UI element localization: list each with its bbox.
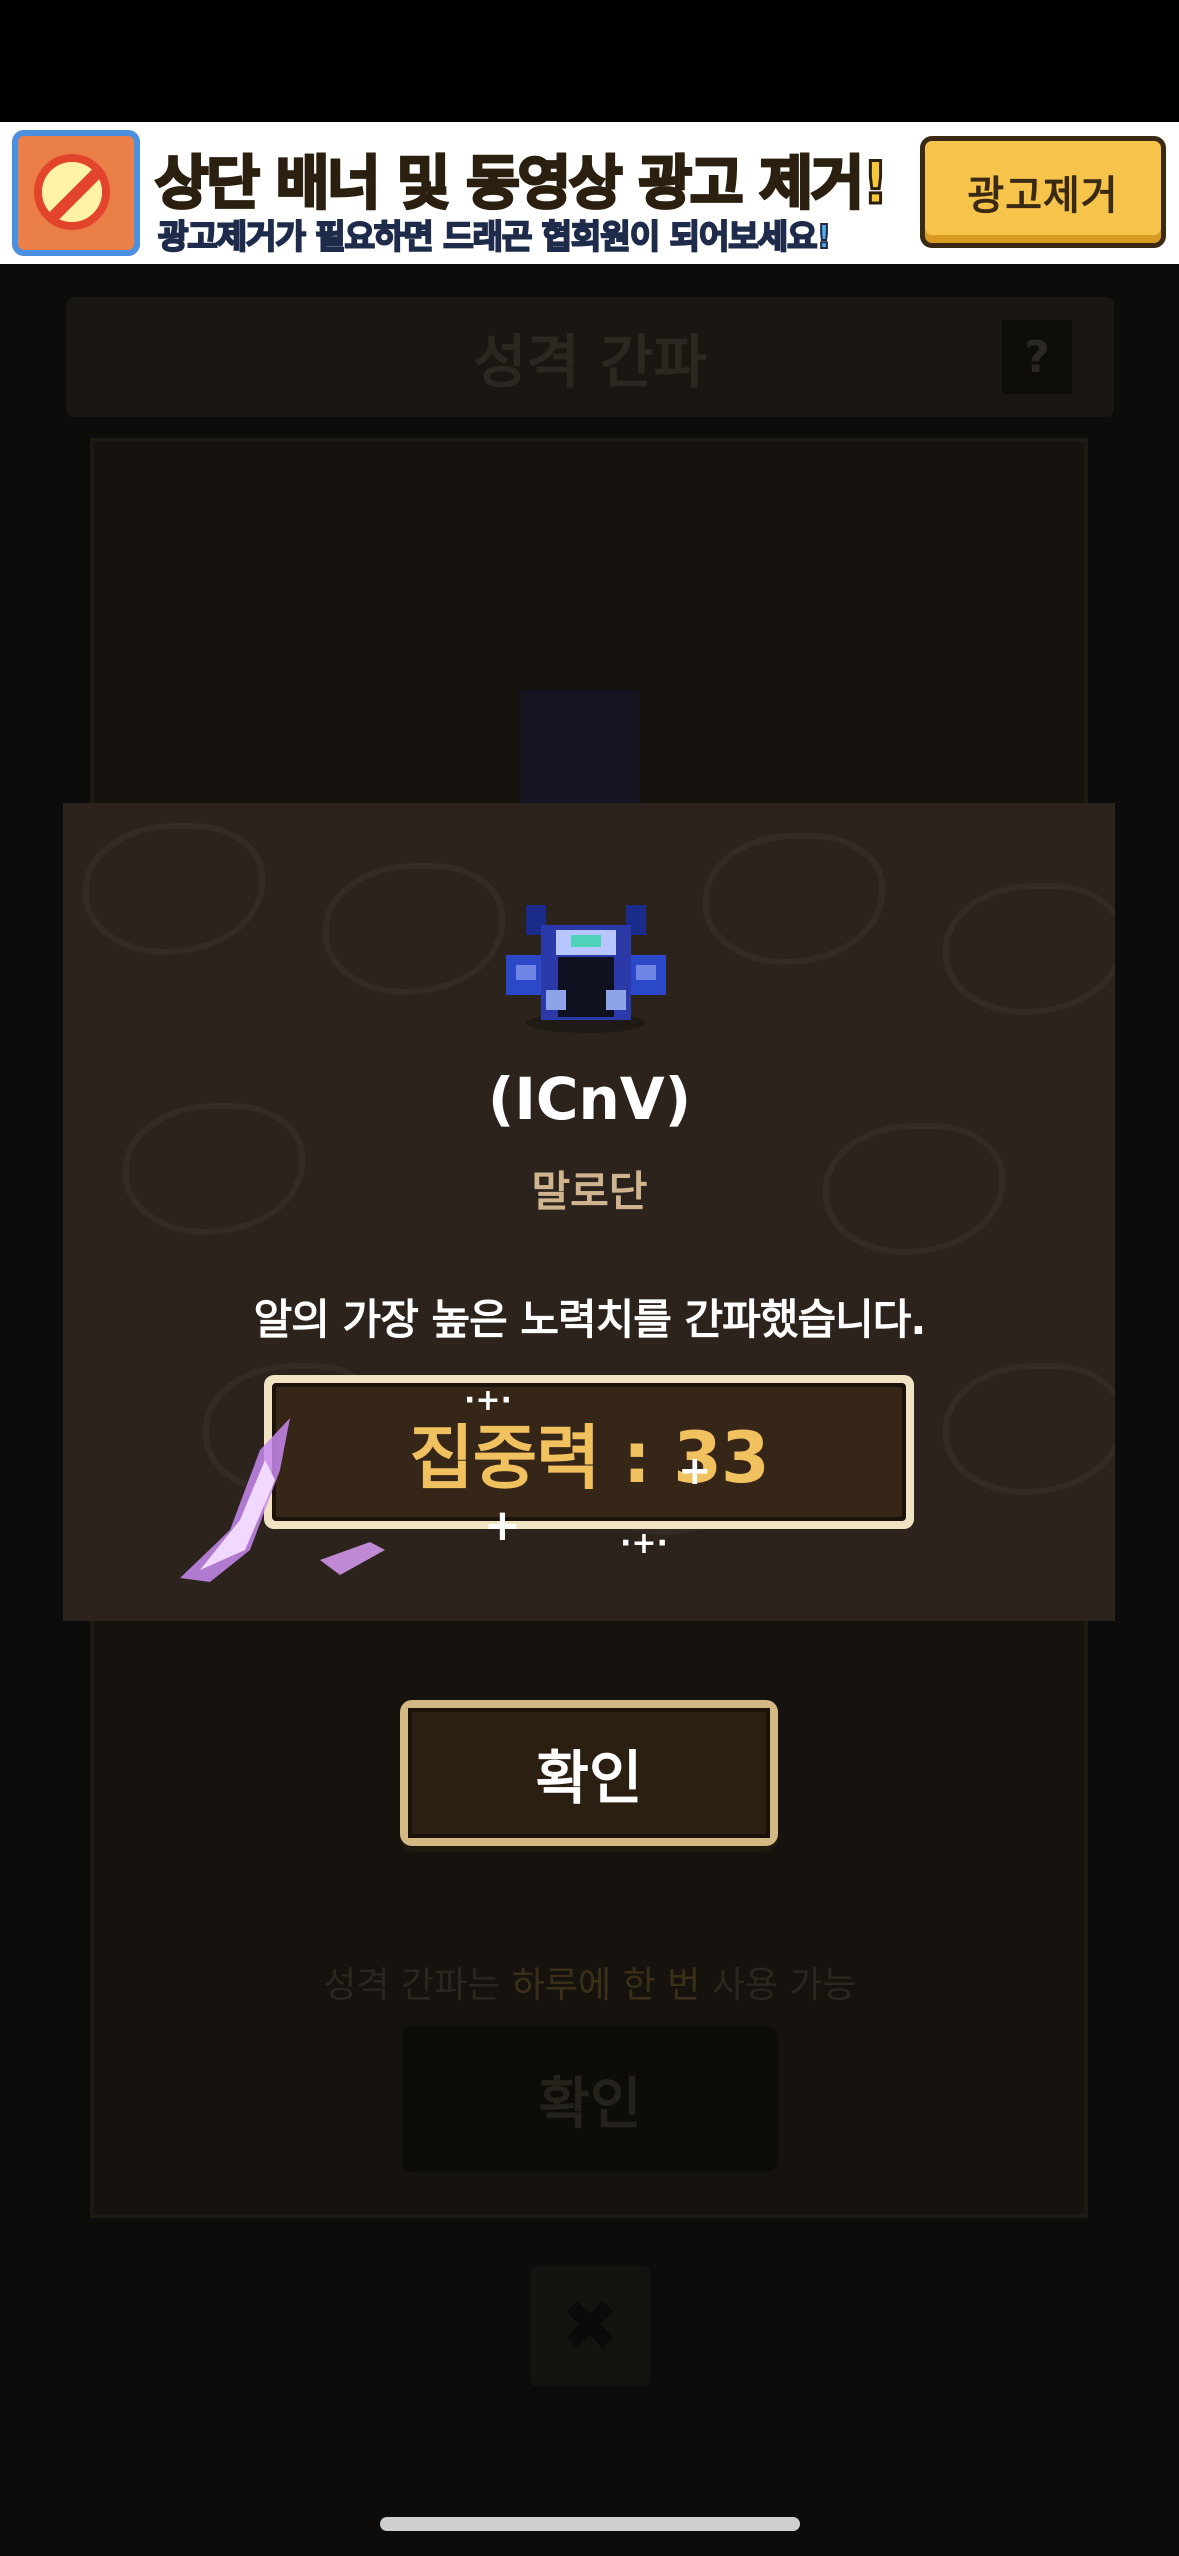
ad-title: 상단 배너 및 동영상 광고 제거! (154, 148, 891, 219)
personality-code: (ICnV) (487, 1065, 692, 1133)
result-message: 알의 가장 높은 노력치를 간파했습니다. (253, 1295, 927, 1344)
hint-suffix: 사용 가능 (711, 1965, 856, 2006)
background-character-sprite (520, 690, 640, 810)
status-bar (0, 0, 1179, 122)
confirm-button[interactable]: 확인 (400, 1700, 778, 1846)
background-title: 성격 간파 (473, 328, 707, 396)
class-name: 말로단 (531, 1167, 648, 1216)
help-button: ? (1002, 320, 1072, 394)
ad-banner[interactable]: 상단 배너 및 동영상 광고 제거! 광고제거가 필요하면 드래곤 협회원이 되… (0, 122, 1179, 264)
sparkle-icon: + (678, 1448, 712, 1494)
sword-effect-icon (180, 1418, 385, 1582)
background-confirm-button: 확인 (402, 2026, 778, 2172)
home-indicator[interactable] (380, 2517, 800, 2531)
background-header: 성격 간파 (66, 297, 1114, 417)
sparkle-icon: ·+· (620, 1526, 668, 1561)
confirm-label: 확인 (535, 1744, 643, 1812)
close-icon: ✖ (530, 2266, 650, 2386)
ad-subtitle: 광고제거가 필요하면 드래곤 협회원이 되어보세요! (157, 216, 833, 257)
hint-highlight: 하루에 한 번 (511, 1965, 701, 2006)
remove-ads-button[interactable]: 광고제거 (920, 136, 1166, 248)
sparkle-icon: + (484, 1500, 521, 1551)
remove-ads-label: 광고제거 (967, 173, 1119, 219)
no-ads-icon (12, 130, 140, 256)
sparkle-icon: ·+· (464, 1383, 512, 1418)
character-sprite (506, 905, 666, 1033)
background-hint: 성격 간파는 하루에 한 번 사용 가능 (0, 1956, 1179, 2008)
hint-prefix: 성격 간파는 (323, 1965, 501, 2006)
